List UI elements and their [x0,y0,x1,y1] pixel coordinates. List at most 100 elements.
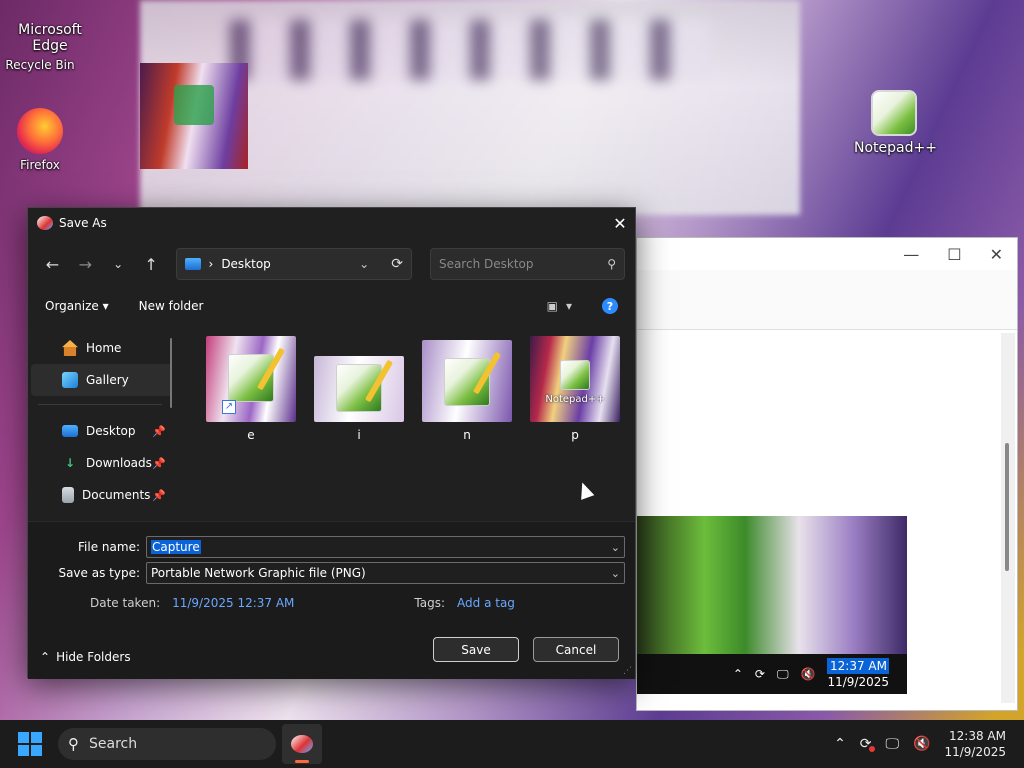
search-icon: ⚲ [68,735,79,753]
file-item[interactable]: n [422,336,512,521]
tags-input[interactable]: Add a tag [457,596,515,610]
embedded-volume-icon: 🔇 [800,667,816,681]
taskbar-clock[interactable]: 12:38 AM 11/9/2025 [944,728,1006,760]
gallery-icon [62,372,78,388]
save-type-row: Save as type: Portable Network Graphic f… [28,562,625,584]
embedded-chevron-up-icon: ⌃ [732,667,743,681]
pin-icon: 📌 [152,424,166,438]
background-vertical-scrollbar[interactable] [1001,333,1015,703]
file-name: p [571,428,579,442]
dialog-body: Home Gallery Desktop 📌 ↓ Downloads 📌 Doc… [28,322,635,521]
taskbar-search[interactable]: ⚲ Search [58,728,276,760]
pin-icon: 📌 [152,456,166,470]
desktop-icon-notepadpp[interactable]: Notepad++ [854,90,937,156]
sidebar-scrollbar[interactable] [170,338,172,408]
thumbnail-caption: Notepad++ [545,394,605,405]
dialog-footer: File name: Capture ⌄ Save as type: Porta… [28,521,635,679]
desktop-icon-edge-label: Microsoft Edge [18,22,82,54]
embedded-time: 12:37 AM [827,658,889,674]
volume-muted-icon[interactable]: 🔇 [913,736,930,752]
save-button[interactable]: Save [433,637,519,662]
date-taken-value[interactable]: 11/9/2025 12:37 AM [172,596,294,610]
file-item[interactable]: ↗ e [206,336,296,521]
refresh-icon[interactable]: ⟳ [391,256,403,272]
sidebar-item-home[interactable]: Home [28,332,178,364]
firefox-icon [17,108,63,154]
file-list: ↗ e i n Notepad++ p [178,322,635,521]
file-thumbnail [314,356,404,422]
sidebar-item-downloads[interactable]: ↓ Downloads 📌 [28,447,178,479]
cancel-button[interactable]: Cancel [533,637,619,662]
file-item[interactable]: Notepad++ p [530,336,620,521]
organize-label: Organize [45,299,99,313]
up-arrow-icon[interactable]: ↑ [137,249,166,279]
file-name: i [357,428,361,442]
close-icon[interactable]: ✕ [990,245,1003,264]
organize-button[interactable]: Organize ▾ [45,299,109,313]
desktop-icon-notepadpp-label: Notepad++ [854,140,937,156]
dialog-navigation-bar: ← → ⌄ ↑ › Desktop ⌄ ⟳ ⚲ [28,238,635,290]
date-taken-label: Date taken: [90,596,161,610]
chevron-down-icon[interactable]: ⌄ [611,567,620,580]
embedded-clock: 12:37 AM 11/9/2025 [827,658,889,690]
file-name: n [463,428,471,442]
desktop-icon-recycle-label: Recycle Bin [5,58,75,72]
dialog-close-icon[interactable]: ✕ [605,214,635,233]
help-icon[interactable]: ? [602,298,618,314]
save-type-select[interactable]: Portable Network Graphic file (PNG) ⌄ [146,562,625,584]
background-app-window: — ☐ ✕ ⌃ ⟳ 🖵 🔇 12:37 AM 11/9/2025 [636,237,1018,711]
sidebar-item-label: Downloads [86,456,152,470]
new-folder-button[interactable]: New folder [139,299,204,313]
metadata-row: Date taken: 11/9/2025 12:37 AM Tags: Add… [90,596,515,610]
taskbar-search-label: Search [89,736,138,752]
chevron-down-icon[interactable]: ⌄ [611,541,620,554]
taskbar-paint-app[interactable] [282,724,322,764]
desktop-folder-icon [184,258,201,270]
sidebar-item-gallery[interactable]: Gallery [31,364,172,396]
recent-locations-chevron-icon[interactable]: ⌄ [104,249,133,279]
sync-icon[interactable]: ⟳ [860,736,875,752]
documents-icon [62,487,74,503]
hide-folders-button[interactable]: ⌃ Hide Folders [40,650,131,664]
network-monitor-icon[interactable]: 🖵 [886,736,900,752]
back-arrow-icon[interactable]: ← [38,249,67,279]
background-window-toolbar [637,270,1017,330]
start-button[interactable] [18,732,42,756]
embedded-taskbar: ⌃ ⟳ 🖵 🔇 12:37 AM 11/9/2025 [637,654,907,694]
breadcrumb-separator-icon: › [208,257,214,271]
save-as-dialog: Save As ✕ ← → ⌄ ↑ › Desktop ⌄ ⟳ ⚲ Organi… [27,207,636,679]
file-name-input[interactable]: Capture [151,540,201,554]
save-type-value: Portable Network Graphic file (PNG) [151,566,366,580]
minimize-icon[interactable]: — [903,245,919,264]
file-name-field[interactable]: Capture ⌄ [146,536,625,558]
hide-folders-label: Hide Folders [56,650,131,664]
resize-grip-icon[interactable]: ⋰ [623,666,632,676]
taskbar: ⚲ Search ⌃ ⟳ 🖵 🔇 12:38 AM 11/9/2025 [0,720,1024,768]
view-options-button[interactable]: ▣ ▾ [547,299,572,313]
active-indicator [295,760,309,763]
forward-arrow-icon[interactable]: → [71,249,100,279]
search-icon: ⚲ [607,257,617,271]
file-item[interactable]: i [314,336,404,521]
maximize-icon[interactable]: ☐ [947,245,961,264]
pin-icon: 📌 [152,488,166,502]
shortcut-arrow-icon: ↗ [222,400,236,414]
search-input[interactable] [438,257,608,271]
address-location[interactable]: Desktop [221,257,271,271]
sidebar-item-documents[interactable]: Documents 📌 [28,479,178,511]
tags-label: Tags: [414,596,446,610]
file-thumbnail: ↗ [206,336,296,422]
desktop-icon-recycle-bin[interactable]: Microsoft Edge Recycle Bin [0,22,81,72]
search-box[interactable]: ⚲ [429,248,626,280]
home-icon [62,340,78,356]
chevron-up-icon[interactable]: ⌃ [834,736,846,752]
notepadpp-icon [871,90,917,136]
address-dropdown-icon[interactable]: ⌄ [359,257,369,271]
desktop-icon-firefox[interactable]: Firefox [0,108,80,172]
taskbar-date: 11/9/2025 [944,745,1006,759]
file-name-label: File name: [78,540,140,554]
taskbar-time: 12:38 AM [949,729,1006,743]
address-bar[interactable]: › Desktop ⌄ ⟳ [175,248,412,280]
paint-app-icon [291,735,313,753]
sidebar-item-desktop[interactable]: Desktop 📌 [28,415,178,447]
